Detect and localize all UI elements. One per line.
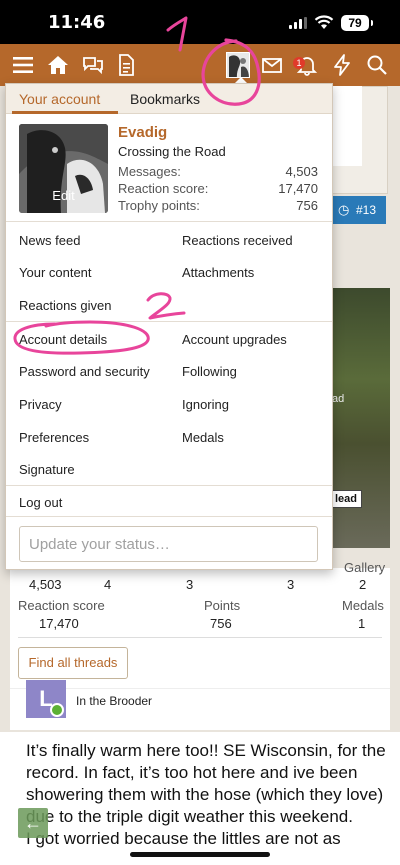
stat-label-points: Points xyxy=(204,598,241,613)
menu-link-following[interactable]: Following xyxy=(182,364,237,379)
online-status-indicator xyxy=(50,703,64,717)
post-photo-caption-partial: ad xyxy=(332,393,345,405)
stat-label-reaction-score: Reaction score xyxy=(18,598,105,613)
divider xyxy=(6,485,332,486)
menu-link-your-content[interactable]: Your content xyxy=(19,265,92,280)
post-number[interactable]: #13 xyxy=(356,203,376,217)
stat-value: 4,503 xyxy=(29,577,62,592)
stat-gallery-label: Gallery xyxy=(344,560,386,575)
stat-value-points: 756 xyxy=(210,616,232,631)
stat-value-reaction-score: 17,470 xyxy=(39,616,79,631)
home-icon[interactable] xyxy=(46,53,70,77)
edit-avatar-label[interactable]: Edit xyxy=(19,188,108,203)
stat-value-messages[interactable]: 4,503 xyxy=(285,164,318,179)
menu-link-account-details[interactable]: Account details xyxy=(19,332,107,347)
whats-new-bolt-icon[interactable] xyxy=(330,53,354,77)
stat-value-trophy-points[interactable]: 756 xyxy=(296,198,318,213)
menu-link-medals[interactable]: Medals xyxy=(182,430,224,445)
post-message-text: It’s finally warm here too!! SE Wisconsi… xyxy=(26,741,386,848)
stat-value-medals: 1 xyxy=(358,616,366,631)
stat-label-medals: Medals xyxy=(342,598,384,613)
menu-link-reactions-given[interactable]: Reactions given xyxy=(19,298,112,313)
stat-value: 2 xyxy=(359,577,367,592)
user-title: Crossing the Road xyxy=(118,144,226,159)
battery-level: 79 xyxy=(348,16,362,30)
account-dropdown-menu: Your account Bookmarks Edit Evadig Cross… xyxy=(5,83,333,570)
document-icon[interactable] xyxy=(114,53,138,77)
hamburger-menu-icon[interactable] xyxy=(11,53,35,77)
active-tab-underline xyxy=(12,111,118,114)
menu-link-privacy[interactable]: Privacy xyxy=(19,397,62,412)
menu-link-attachments[interactable]: Attachments xyxy=(182,265,254,280)
author-user-title: In the Brooder xyxy=(76,694,153,708)
divider xyxy=(6,516,332,517)
find-all-threads-button[interactable]: Find all threads xyxy=(18,647,128,679)
menu-link-log-out[interactable]: Log out xyxy=(19,495,62,510)
stat-label-trophy-points: Trophy points: xyxy=(118,198,200,213)
menu-link-news-feed[interactable]: News feed xyxy=(19,233,80,248)
tab-bookmarks[interactable]: Bookmarks xyxy=(130,91,200,107)
divider xyxy=(6,221,332,222)
post-author-row xyxy=(10,688,390,730)
stat-value: 3 xyxy=(186,577,194,592)
menu-link-ignoring[interactable]: Ignoring xyxy=(182,397,229,412)
forums-chat-icon[interactable] xyxy=(81,53,105,77)
status-time: 11:46 xyxy=(48,12,106,33)
menu-link-reactions-received[interactable]: Reactions received xyxy=(182,233,293,248)
stat-value: 4 xyxy=(104,577,112,592)
bookmark-icon[interactable]: ◷ xyxy=(338,202,349,218)
stat-label-messages: Messages: xyxy=(118,164,181,179)
alerts-count-badge: 1 xyxy=(293,57,305,69)
menu-tabs: Your account Bookmarks xyxy=(6,84,332,114)
stat-label-reaction-score: Reaction score: xyxy=(118,181,209,196)
wifi-icon xyxy=(314,15,334,29)
menu-link-account-upgrades[interactable]: Account upgrades xyxy=(182,332,287,347)
account-avatar-button[interactable] xyxy=(226,52,250,78)
battery-icon: 79 xyxy=(341,15,373,31)
profile-photo[interactable]: Edit xyxy=(19,124,108,213)
back-arrow-button[interactable]: ← xyxy=(18,808,48,838)
site-navbar: 1 xyxy=(0,44,400,86)
post-photo xyxy=(330,288,390,548)
menu-link-signature[interactable]: Signature xyxy=(19,462,75,477)
search-icon[interactable] xyxy=(365,53,389,77)
tab-your-account[interactable]: Your account xyxy=(19,91,100,107)
username-link[interactable]: Evadig xyxy=(118,124,167,141)
ios-status-bar: 11:46 79 xyxy=(0,0,400,44)
stat-value: 3 xyxy=(287,577,295,592)
divider xyxy=(6,321,332,322)
home-indicator xyxy=(130,852,270,857)
update-status-input[interactable] xyxy=(19,526,318,562)
divider xyxy=(18,637,382,638)
stat-value-reaction-score[interactable]: 17,470 xyxy=(278,181,318,196)
menu-link-preferences[interactable]: Preferences xyxy=(19,430,89,445)
menu-link-password-and-security[interactable]: Password and security xyxy=(19,364,150,379)
cellular-signal-icon xyxy=(289,17,307,29)
post-photo-label: lead xyxy=(330,490,363,508)
inbox-envelope-icon[interactable] xyxy=(260,53,284,77)
